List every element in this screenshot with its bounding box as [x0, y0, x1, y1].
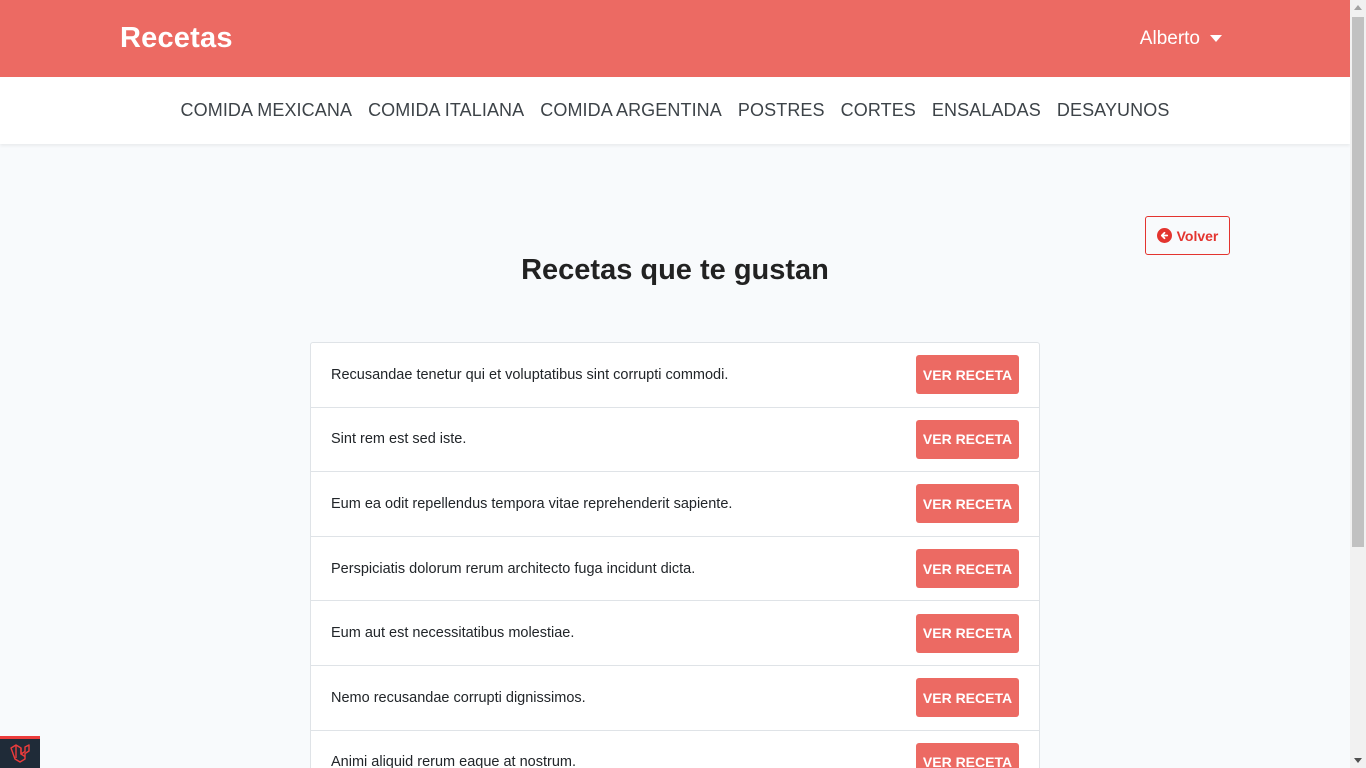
debugbar-toggle[interactable] [0, 736, 40, 768]
recipe-name: Eum aut est necessitatibus molestiae. [331, 625, 575, 642]
category-desayunos[interactable]: Desayunos [1057, 100, 1170, 121]
list-item: Recusandae tenetur qui et voluptatibus s… [311, 343, 1039, 408]
viewport: Recetas Alberto Comida Mexicana Comida I… [0, 0, 1350, 768]
view-recipe-button[interactable]: Ver Receta [916, 742, 1019, 768]
list-item: Nemo recusandae corrupti dignissimos. Ve… [311, 666, 1039, 731]
view-recipe-button[interactable]: Ver Receta [916, 613, 1019, 653]
view-recipe-button[interactable]: Ver Receta [916, 549, 1019, 589]
list-item: Sint rem est sed iste. Ver Receta [311, 408, 1039, 473]
scroll-up-icon[interactable] [1354, 5, 1362, 10]
list-item: Eum aut est necessitatibus molestiae. Ve… [311, 601, 1039, 666]
category-ensaladas[interactable]: Ensaladas [932, 100, 1041, 121]
list-item: Perspiciatis dolorum rerum architecto fu… [311, 537, 1039, 602]
recipe-name: Eum ea odit repellendus tempora vitae re… [331, 495, 733, 512]
view-recipe-button[interactable]: Ver Receta [916, 355, 1019, 395]
categories-nav: Comida Mexicana Comida Italiana Comida A… [0, 77, 1350, 144]
list-item: Animi aliquid rerum eaque at nostrum. Ve… [311, 731, 1039, 768]
scroll-thumb[interactable] [1352, 17, 1364, 547]
recipe-name: Recusandae tenetur qui et voluptatibus s… [331, 366, 729, 383]
recipe-name: Sint rem est sed iste. [331, 431, 467, 448]
list-item: Eum ea odit repellendus tempora vitae re… [311, 472, 1039, 537]
view-recipe-button[interactable]: Ver Receta [916, 678, 1019, 718]
category-cortes[interactable]: Cortes [841, 100, 916, 121]
view-recipe-button[interactable]: Ver Receta [916, 419, 1019, 459]
recipe-name: Perspiciatis dolorum rerum architecto fu… [331, 560, 696, 577]
category-comida-argentina[interactable]: Comida Argentina [540, 100, 722, 121]
brand-link[interactable]: Recetas [120, 22, 233, 55]
page-title: Recetas que te gustan [521, 254, 829, 286]
back-button-label: Volver [1176, 227, 1219, 244]
category-postres[interactable]: Postres [738, 100, 825, 121]
recipe-name: Nemo recusandae corrupti dignissimos. [331, 689, 586, 706]
caret-down-icon [1210, 35, 1222, 42]
top-navbar: Recetas Alberto [0, 0, 1350, 77]
category-comida-italiana[interactable]: Comida Italiana [368, 100, 524, 121]
laravel-icon [10, 743, 30, 763]
recipe-list: Recusandae tenetur qui et voluptatibus s… [310, 342, 1040, 768]
arrow-circle-left-icon [1156, 228, 1172, 243]
view-recipe-button[interactable]: Ver Receta [916, 484, 1019, 524]
user-name: Alberto [1139, 27, 1200, 49]
recipe-name: Animi aliquid rerum eaque at nostrum. [331, 754, 577, 768]
vertical-scrollbar[interactable] [1350, 0, 1366, 768]
scroll-down-icon[interactable] [1354, 758, 1362, 763]
category-comida-mexicana[interactable]: Comida Mexicana [181, 100, 353, 121]
user-dropdown[interactable]: Alberto [1140, 28, 1222, 50]
back-button[interactable]: Volver [1145, 216, 1230, 255]
